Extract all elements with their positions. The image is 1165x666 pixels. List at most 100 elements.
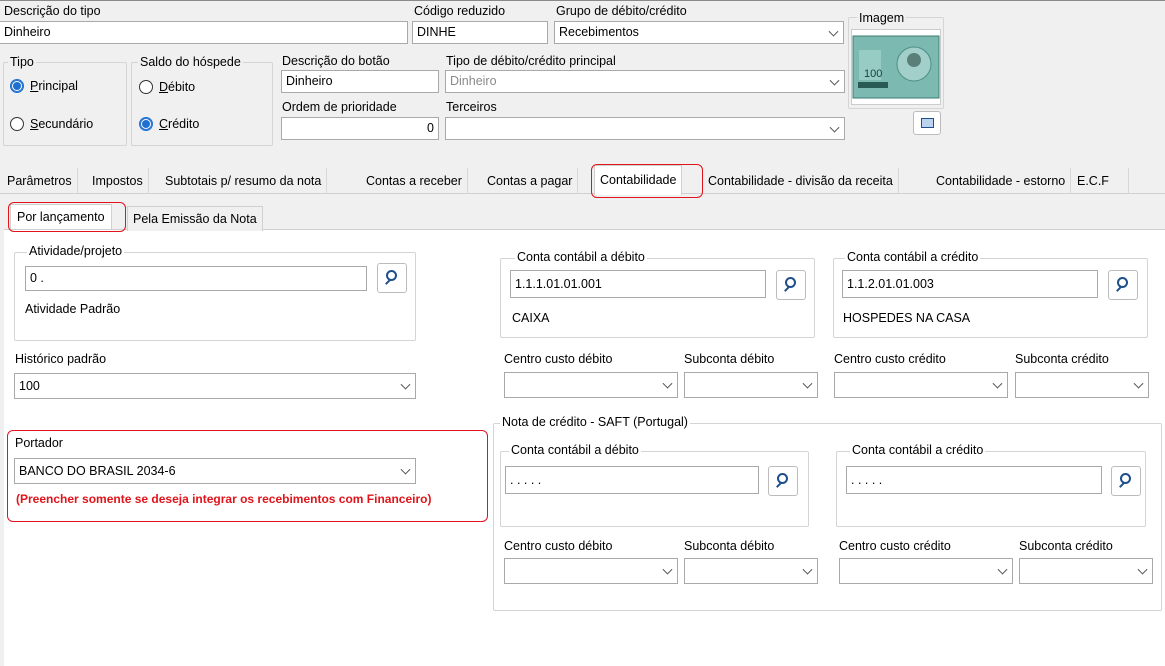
chevron-down-icon xyxy=(1137,564,1148,575)
historico-value: 100 xyxy=(19,379,40,393)
saft-credito-search-button[interactable] xyxy=(1111,466,1141,496)
tab-ecf[interactable]: E.C.F xyxy=(1072,168,1129,194)
search-icon-handle xyxy=(1119,482,1125,489)
search-icon-handle xyxy=(1116,286,1122,293)
lanc-debito-desc: CAIXA xyxy=(512,311,550,325)
lanc-credito-search-button[interactable] xyxy=(1108,270,1138,300)
lanc-cc-debito-select[interactable] xyxy=(504,372,678,398)
lanc-credito-label: Conta contábil a crédito xyxy=(845,250,981,264)
highlight-contabilidade-tab xyxy=(591,164,703,198)
highlight-por-lancamento-subtab xyxy=(8,202,126,232)
saldo-credito-mnemonic: C xyxy=(159,117,169,131)
lanc-sub-credito-label: Subconta crédito xyxy=(1015,352,1109,366)
saft-cc-credito-label: Centro custo crédito xyxy=(839,539,951,553)
lanc-debito-input[interactable]: 1.1.1.01.01.001 xyxy=(510,270,766,298)
saldo-debito-radio[interactable]: Débito xyxy=(139,79,249,97)
lanc-debito-label: Conta contábil a débito xyxy=(515,250,647,264)
lanc-debito-search-button[interactable] xyxy=(776,270,806,300)
lanc-sub-debito-select[interactable] xyxy=(684,372,818,398)
saft-credito-label: Conta contábil a crédito xyxy=(850,443,986,457)
atividade-label: Atividade/projeto xyxy=(27,244,125,258)
tab-strip: Parâmetros Impostos Subtotais p/ resumo … xyxy=(0,168,1165,194)
chevron-down-icon xyxy=(992,378,1003,389)
historico-label: Histórico padrão xyxy=(15,352,107,366)
saft-cc-debito-label: Centro custo débito xyxy=(504,539,613,553)
saft-debito-input[interactable]: . . . . . xyxy=(505,466,759,494)
chevron-down-icon xyxy=(828,26,839,37)
codigo-reduzido-input[interactable]: DINHE xyxy=(412,21,548,44)
chevron-down-icon xyxy=(802,564,813,575)
tab-impostos[interactable]: Impostos xyxy=(87,168,149,194)
lanc-cc-credito-select[interactable] xyxy=(834,372,1008,398)
tab-contabilidade-estorno[interactable]: Contabilidade - estorno xyxy=(931,168,1072,194)
chevron-down-icon xyxy=(662,378,673,389)
tipo-label: Tipo xyxy=(8,55,36,69)
radio-selected-icon xyxy=(139,117,153,131)
saldo-debito-label: ébito xyxy=(168,80,196,94)
saft-title: Nota de crédito - SAFT (Portugal) xyxy=(500,415,690,429)
tipo-secundario-text: Secundário xyxy=(30,117,93,131)
tipo-principal-text: Principal xyxy=(30,79,78,93)
saldo-debito-text: Débito xyxy=(159,80,195,94)
tab-contas-pagar[interactable]: Contas a pagar xyxy=(482,168,579,194)
atividade-desc: Atividade Padrão xyxy=(25,302,121,316)
tab-contas-receber[interactable]: Contas a receber xyxy=(361,168,468,194)
banknote-image: 100 xyxy=(851,29,941,105)
saldo-credito-text: Crédito xyxy=(159,117,199,131)
saft-sub-credito-select[interactable] xyxy=(1019,558,1153,584)
saft-cc-debito-select[interactable] xyxy=(504,558,678,584)
tab-subtotais[interactable]: Subtotais p/ resumo da nota xyxy=(160,168,328,194)
atividade-search-button[interactable] xyxy=(377,263,407,293)
saft-cc-credito-select[interactable] xyxy=(839,558,1013,584)
ordem-label: Ordem de prioridade xyxy=(282,100,397,114)
radio-unselected-icon xyxy=(10,117,24,131)
tipo-principal-value: Dinheiro xyxy=(450,74,497,88)
radio-selected-icon xyxy=(10,79,24,93)
lanc-credito-desc: HOSPEDES NA CASA xyxy=(843,311,971,325)
tipo-principal-select[interactable]: Dinheiro xyxy=(445,70,845,93)
search-icon-handle xyxy=(784,286,790,293)
saft-credito-input[interactable]: . . . . . xyxy=(846,466,1102,494)
saft-debito-search-button[interactable] xyxy=(768,466,798,496)
chevron-down-icon xyxy=(802,378,813,389)
saldo-credito-radio[interactable]: Crédito xyxy=(139,116,249,134)
image-picker-button[interactable] xyxy=(913,111,941,135)
grupo-select[interactable]: Recebimentos xyxy=(554,21,844,44)
chevron-down-icon xyxy=(997,564,1008,575)
descricao-tipo-input[interactable]: Dinheiro xyxy=(0,21,408,44)
lanc-sub-debito-label: Subconta débito xyxy=(684,352,775,366)
subtab-pela-emissao[interactable]: Pela Emissão da Nota xyxy=(127,206,263,231)
chevron-down-icon xyxy=(1133,378,1144,389)
tab-strip-baseline xyxy=(0,193,1165,194)
lanc-credito-input[interactable]: 1.1.2.01.01.003 xyxy=(842,270,1098,298)
grupo-label: Grupo de débito/crédito xyxy=(556,4,687,18)
imagem-label: Imagem xyxy=(857,11,907,25)
highlight-portador xyxy=(7,430,488,522)
lanc-cc-debito-label: Centro custo débito xyxy=(504,352,613,366)
image-icon xyxy=(921,118,934,128)
grupo-value: Recebimentos xyxy=(559,25,639,39)
tipo-secundario-radio[interactable]: Secundário xyxy=(10,116,120,134)
chevron-down-icon xyxy=(662,564,673,575)
historico-select[interactable]: 100 xyxy=(14,373,416,399)
banknote-value: 100 xyxy=(864,68,882,80)
tipo-principal-label: Tipo de débito/crédito principal xyxy=(446,54,616,68)
saft-sub-debito-label: Subconta débito xyxy=(684,539,775,553)
terceiros-label: Terceiros xyxy=(446,100,497,114)
lanc-sub-credito-select[interactable] xyxy=(1015,372,1149,398)
top-border xyxy=(0,0,1165,1)
atividade-input[interactable]: 0 . xyxy=(25,266,367,291)
search-icon-handle xyxy=(385,279,391,286)
tab-parametros[interactable]: Parâmetros xyxy=(2,168,78,194)
tab-contabilidade-divisao[interactable]: Contabilidade - divisão da receita xyxy=(703,168,899,194)
saft-sub-debito-select[interactable] xyxy=(684,558,818,584)
codigo-reduzido-label: Código reduzido xyxy=(414,4,506,18)
descricao-botao-input[interactable]: Dinheiro xyxy=(281,70,439,93)
tipo-principal-radio[interactable]: Principal xyxy=(10,78,120,96)
ordem-input[interactable]: 0 xyxy=(281,117,439,140)
tipo-secundario-label: ecundário xyxy=(38,117,94,131)
saft-sub-credito-label: Subconta crédito xyxy=(1019,539,1113,553)
saldo-credito-label: rédito xyxy=(168,117,200,131)
terceiros-select[interactable] xyxy=(445,117,845,140)
descricao-tipo-label: Descrição do tipo xyxy=(4,4,101,18)
